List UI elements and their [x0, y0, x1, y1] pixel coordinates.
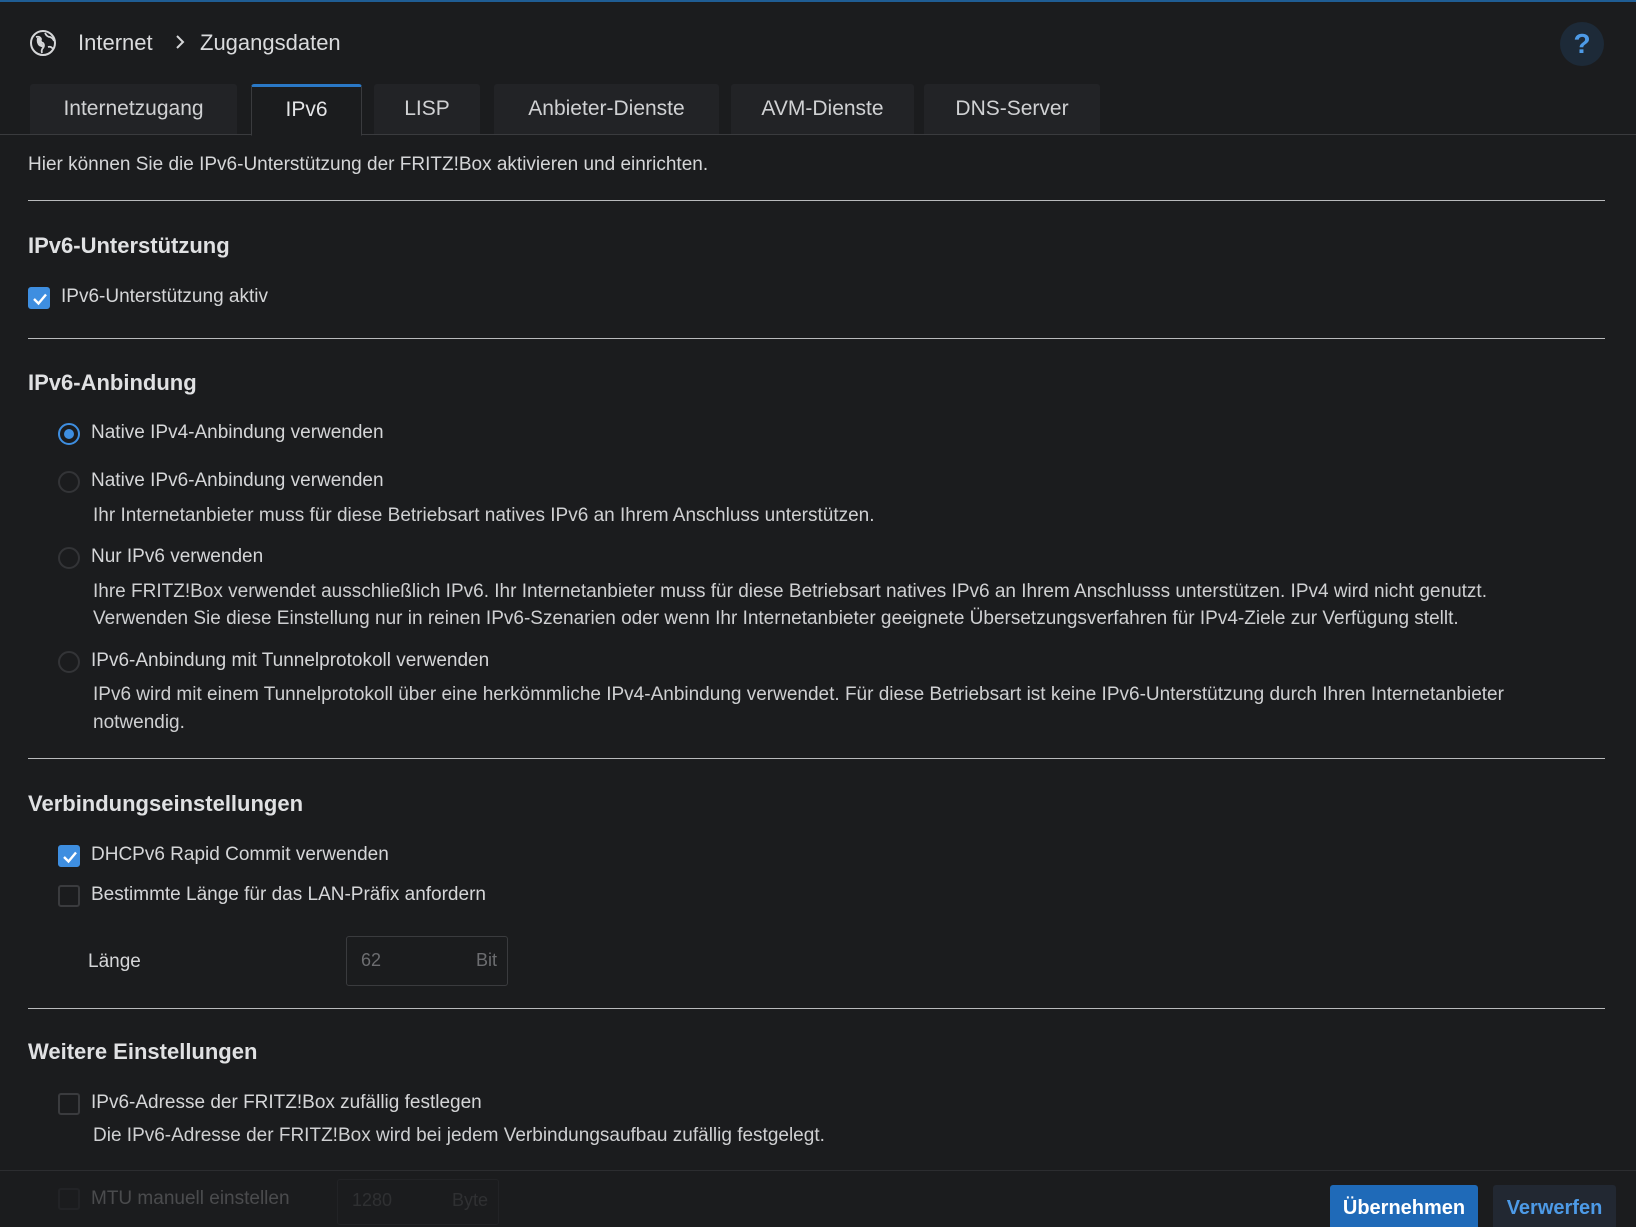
prefix-length-checkbox[interactable] [58, 885, 80, 907]
section-heading-connection: Verbindungseinstellungen [28, 791, 304, 816]
page-header: Internet Zugangsdaten ? [0, 2, 1636, 82]
rapid-commit-label: DHCPv6 Rapid Commit verwenden [91, 844, 389, 865]
apply-button[interactable]: Übernehmen [1330, 1185, 1478, 1227]
radio-native-ipv6-label: Native IPv6-Anbindung verwenden [91, 470, 384, 491]
tab-bar: Internetzugang IPv6 LISP Anbieter-Dienst… [0, 84, 1636, 136]
radio-tunnel-desc-2: notwendig. [93, 712, 185, 733]
random-address-desc: Die IPv6-Adresse der FRITZ!Box wird bei … [93, 1125, 825, 1146]
section-heading-binding: IPv6-Anbindung [28, 370, 197, 395]
radio-tunnel[interactable] [58, 651, 80, 673]
breadcrumb-zugangsdaten: Zugangsdaten [200, 30, 341, 55]
length-label: Länge [88, 951, 141, 972]
section-heading-more: Weitere Einstellungen [28, 1039, 258, 1064]
globe-icon [30, 30, 56, 56]
intro-text: Hier können Sie die IPv6-Unterstützung d… [28, 154, 709, 175]
prefix-length-label: Bestimmte Länge für das LAN-Präfix anfor… [91, 884, 486, 905]
chevron-right-icon [176, 35, 185, 49]
mtu-value: 1280 [352, 1190, 393, 1210]
radio-native-ipv6[interactable] [58, 471, 80, 493]
length-value: 62 [361, 950, 382, 970]
radio-only-ipv6[interactable] [58, 547, 80, 569]
tab-avm-dienste[interactable]: AVM-Dienste [731, 84, 914, 134]
tab-lisp[interactable]: LISP [374, 84, 480, 134]
radio-native-ipv4-label: Native IPv4-Anbindung verwenden [91, 422, 384, 443]
divider [28, 758, 1605, 759]
divider [28, 1008, 1605, 1009]
tab-internetzugang[interactable]: Internetzugang [30, 84, 237, 134]
random-address-checkbox[interactable] [58, 1093, 80, 1115]
ipv6-support-checkbox[interactable] [28, 287, 50, 309]
mtu-unit: Byte [451, 1190, 488, 1210]
radio-only-ipv6-desc-1: Ihre FRITZ!Box verwendet ausschließlich … [93, 581, 1487, 602]
breadcrumb-internet[interactable]: Internet [78, 30, 153, 56]
help-button[interactable]: ? [1560, 22, 1604, 66]
tab-dns-server[interactable]: DNS-Server [924, 84, 1100, 134]
checkmark-icon [33, 293, 47, 306]
rapid-commit-checkbox[interactable] [58, 845, 80, 867]
ipv6-support-label: IPv6-Unterstützung aktiv [61, 286, 268, 307]
tab-ipv6[interactable]: IPv6 [251, 84, 362, 136]
radio-only-ipv6-label: Nur IPv6 verwenden [91, 546, 264, 567]
length-unit: Bit [475, 950, 497, 970]
radio-native-ipv6-desc: Ihr Internetanbieter muss für diese Betr… [93, 505, 875, 526]
radio-tunnel-label: IPv6-Anbindung mit Tunnelprotokoll verwe… [91, 650, 490, 671]
tab-anbieter-dienste[interactable]: Anbieter-Dienste [494, 84, 719, 134]
length-input[interactable]: 62 Bit [346, 936, 508, 986]
mtu-input[interactable]: 1280 Byte [337, 1179, 499, 1225]
radio-only-ipv6-desc-2: Verwenden Sie diese Einstellung nur in r… [93, 608, 1459, 629]
discard-button[interactable]: Verwerfen [1493, 1185, 1616, 1227]
divider [28, 338, 1605, 339]
radio-native-ipv4[interactable] [58, 423, 80, 445]
random-address-label: IPv6-Adresse der FRITZ!Box zufällig fest… [91, 1092, 482, 1113]
divider [28, 200, 1605, 201]
section-heading-support: IPv6-Unterstützung [28, 233, 230, 258]
mtu-label: MTU manuell einstellen [91, 1188, 290, 1209]
mtu-checkbox[interactable] [58, 1188, 80, 1210]
checkmark-icon [63, 851, 77, 864]
radio-tunnel-desc-1: IPv6 wird mit einem Tunnelprotokoll über… [93, 684, 1504, 705]
